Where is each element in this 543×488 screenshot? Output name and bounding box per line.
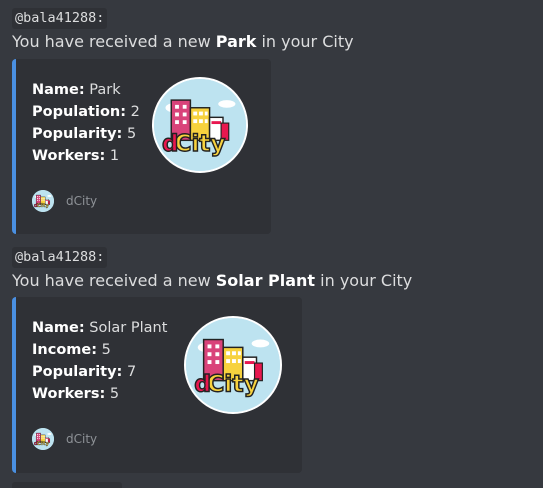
footer-text: dCity (66, 194, 98, 208)
field-popularity: Popularity: 5 (32, 126, 137, 142)
item-name: Park (215, 32, 257, 51)
message-text: You have received a new Park in your Cit… (12, 32, 354, 51)
user-mention[interactable]: @bala41288: (12, 8, 108, 29)
field-income: Income: 5 (32, 342, 111, 358)
user-mention[interactable]: @bala41288: (12, 247, 108, 268)
dcity-logo-icon[interactable] (184, 316, 282, 414)
footer-text: dCity (66, 432, 98, 446)
field-population: Population: 2 (32, 104, 140, 120)
field-workers: Workers: 5 (32, 386, 120, 402)
message-solar-plant: @bala41288: You have received a new Sola… (12, 246, 412, 292)
field-workers: Workers: 1 (32, 148, 120, 164)
item-name: Solar Plant (215, 271, 316, 290)
dcity-logo-icon[interactable] (152, 77, 248, 173)
embed-footer: dCity (32, 190, 97, 212)
embed-solar-plant: Name: Solar Plant Income: 5 Popularity: … (12, 297, 302, 473)
next-message-mention (12, 482, 122, 488)
message-text: You have received a new Solar Plant in y… (12, 271, 413, 290)
dcity-footer-icon (32, 428, 54, 450)
embed-park: Name: Park Population: 2 Popularity: 5 W… (12, 59, 271, 234)
message-park: @bala41288: You have received a new Park… (12, 7, 354, 53)
embed-footer: dCity (32, 428, 97, 450)
field-name: Name: Solar Plant (32, 320, 168, 336)
embed-fields: Name: Park Population: 2 Popularity: 5 W… (32, 79, 140, 167)
field-popularity: Popularity: 7 (32, 364, 137, 380)
embed-fields: Name: Solar Plant Income: 5 Popularity: … (32, 317, 167, 405)
field-name: Name: Park (32, 82, 121, 98)
dcity-footer-icon (32, 190, 54, 212)
